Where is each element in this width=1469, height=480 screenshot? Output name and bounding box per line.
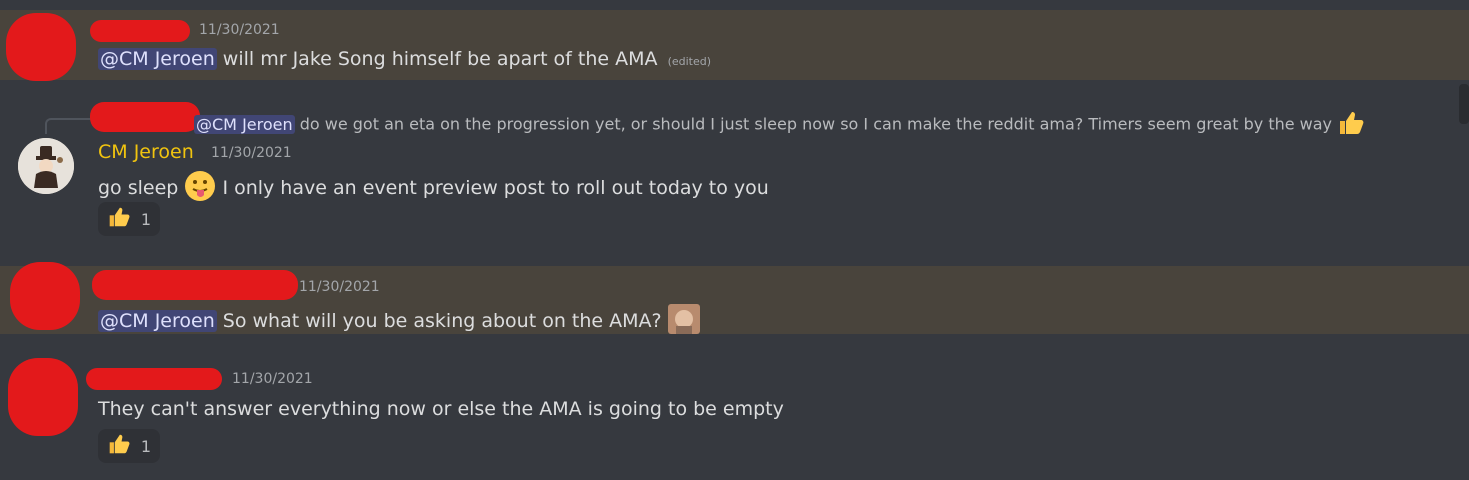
message-content: go sleep I only have an event preview po…: [98, 170, 769, 207]
message-4: 11/30/2021 They can't answer everything …: [0, 356, 1469, 480]
user-mention[interactable]: @CM Jeroen: [98, 48, 217, 70]
message-text: So what will you be asking about on the …: [222, 310, 662, 332]
scrollbar-thumb[interactable]: [1459, 84, 1469, 124]
reply-text: do we got an eta on the progression yet,…: [299, 114, 1333, 134]
tongue-emoji-icon: [184, 170, 216, 207]
thumbs-up-icon: [107, 433, 131, 459]
message-2: @CM Jeroen do we got an eta on the progr…: [0, 82, 1469, 242]
reply-connector: [45, 118, 95, 134]
user-mention[interactable]: @CM Jeroen: [98, 310, 217, 332]
reaction-count: 1: [140, 209, 152, 229]
reaction-thumbs-up[interactable]: 1: [98, 202, 160, 236]
redacted-avatar[interactable]: [6, 13, 76, 81]
cm-jeroen-avatar[interactable]: [18, 138, 74, 194]
message-text-before: go sleep: [98, 177, 179, 199]
message-timestamp: 11/30/2021: [199, 22, 280, 38]
reaction-count: 1: [140, 436, 152, 456]
redacted-avatar[interactable]: [8, 358, 78, 436]
message-text: will mr Jake Song himself be apart of th…: [222, 48, 658, 70]
top-strip: [0, 0, 1469, 10]
message-content: @CM Jeroen will mr Jake Song himself be …: [98, 48, 711, 70]
message-content: @CM Jeroen So what will you be asking ab…: [98, 304, 700, 339]
redacted-username: [86, 368, 222, 390]
redacted-username: [92, 270, 298, 300]
redacted-username: [90, 20, 190, 42]
reaction-thumbs-up[interactable]: 1: [98, 429, 160, 463]
thumbs-up-icon: [107, 206, 131, 232]
redacted-avatar[interactable]: [10, 262, 80, 330]
message-timestamp: 11/30/2021: [299, 279, 380, 295]
message-text-after: I only have an event preview post to rol…: [222, 177, 769, 199]
reply-mention[interactable]: @CM Jeroen: [194, 114, 295, 134]
message-text: They can't answer everything now or else…: [98, 398, 784, 420]
reply-preview[interactable]: @CM Jeroen do we got an eta on the progr…: [194, 110, 1365, 140]
message-1: 11/30/2021 @CM Jeroen will mr Jake Song …: [0, 10, 1469, 81]
author-name[interactable]: CM Jeroen: [98, 141, 194, 163]
edited-indicator: (edited): [667, 55, 712, 68]
message-timestamp: 11/30/2021: [232, 371, 313, 387]
redacted-reply-username: [90, 102, 200, 132]
custom-emoji-icon: [667, 304, 700, 339]
message-3: 11/30/2021 @CM Jeroen So what will you b…: [0, 262, 1469, 334]
thumbs-up-icon: [1337, 110, 1365, 140]
message-timestamp: 11/30/2021: [211, 145, 292, 161]
